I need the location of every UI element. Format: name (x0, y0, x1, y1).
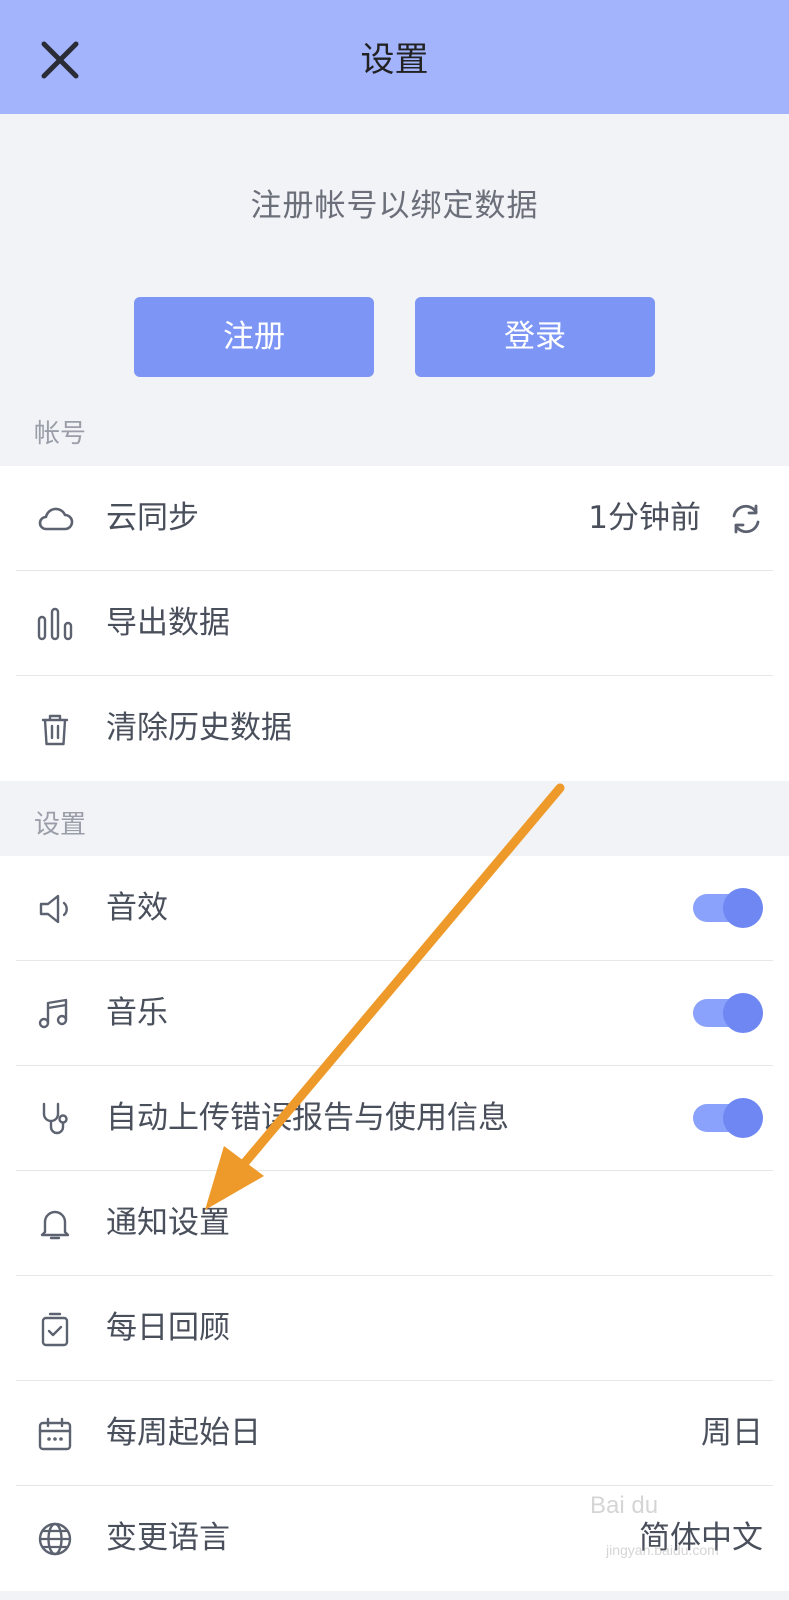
change-language-label: 变更语言 (106, 1520, 230, 1556)
page-title: 设置 (360, 40, 429, 80)
auto-upload-label: 自动上传错误报告与使用信息 (106, 1100, 509, 1136)
settings-list: 音效 音乐 自动上传错误报告与使用信息 通知设置 每日回顾 每周起始日 周日 变… (0, 856, 789, 1591)
export-data-row[interactable]: 导出数据 (16, 571, 773, 676)
watermark-brand: Bai du (590, 1492, 659, 1519)
auto-upload-row[interactable]: 自动上传错误报告与使用信息 (16, 1066, 773, 1171)
watermark-site: jingyan.baidu.com (606, 1542, 719, 1558)
daily-review-label: 每日回顾 (106, 1310, 230, 1346)
music-row[interactable]: 音乐 (16, 961, 773, 1066)
sound-effects-label: 音效 (106, 890, 168, 926)
trash-icon (41, 714, 69, 746)
baidu-watermark: Bai du jingyan.baidu.com (590, 1492, 780, 1572)
week-start-label: 每周起始日 (106, 1415, 261, 1451)
cloud-icon (38, 507, 74, 531)
last-sync-time: 1分钟前 (588, 500, 701, 536)
register-button[interactable]: 注册 (134, 297, 374, 377)
login-button[interactable]: 登录 (415, 297, 655, 377)
clipboard-check-icon (41, 1312, 69, 1347)
globe-icon (38, 1522, 72, 1556)
clear-history-row[interactable]: 清除历史数据 (16, 676, 773, 781)
cloud-sync-row[interactable]: 云同步 1分钟前 (16, 466, 773, 571)
section-label-settings: 设置 (34, 810, 87, 840)
export-data-label: 导出数据 (106, 605, 230, 641)
bell-icon (40, 1210, 70, 1240)
bar-chart-icon (37, 607, 73, 641)
music-icon (38, 998, 68, 1029)
calendar-icon (38, 1417, 72, 1451)
account-list: 云同步 1分钟前 导出数据 清除历史数据 (0, 466, 789, 781)
section-label-account: 帐号 (34, 419, 87, 449)
stethoscope-icon (42, 1102, 68, 1135)
clear-history-label: 清除历史数据 (106, 710, 292, 746)
sound-effects-row[interactable]: 音效 (16, 856, 773, 961)
auto-upload-toggle[interactable] (693, 1098, 763, 1138)
notification-settings-row[interactable]: 通知设置 (16, 1171, 773, 1276)
register-prompt: 注册帐号以绑定数据 (250, 188, 539, 224)
week-start-value: 周日 (701, 1415, 763, 1451)
daily-review-row[interactable]: 每日回顾 (16, 1276, 773, 1381)
sound-effects-toggle[interactable] (693, 888, 763, 928)
music-label: 音乐 (106, 995, 168, 1031)
speaker-icon (39, 894, 68, 924)
notification-settings-label: 通知设置 (106, 1205, 230, 1241)
music-toggle[interactable] (693, 993, 763, 1033)
week-start-row[interactable]: 每周起始日 周日 (16, 1381, 773, 1486)
sync-icon[interactable] (729, 502, 763, 536)
cloud-sync-label: 云同步 (106, 500, 199, 536)
